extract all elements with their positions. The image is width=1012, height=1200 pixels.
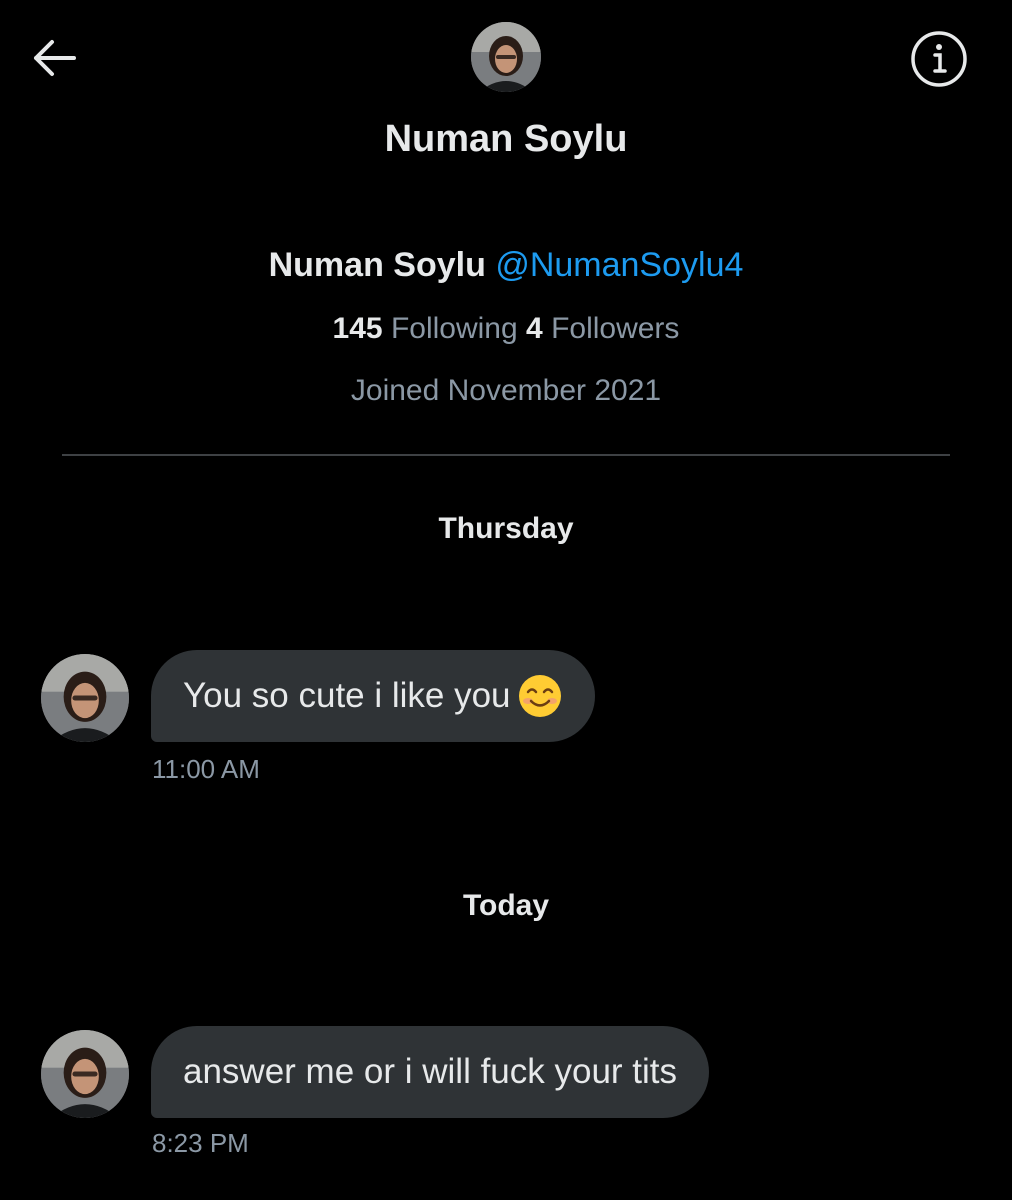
message-bubble[interactable]: You so cute i like you [151, 650, 595, 742]
profile-name: Numan Soylu [268, 246, 486, 284]
followers-count: 4 [526, 312, 543, 345]
message-text: You so cute i like you [183, 676, 511, 715]
divider [62, 454, 950, 456]
day-separator: Thursday [438, 512, 574, 545]
message-bubble[interactable]: answer me or i will fuck your tits [151, 1026, 710, 1118]
day-separator: Today [462, 889, 550, 922]
info-icon [911, 31, 967, 87]
profile-stats: 145 Following 4 Followers [0, 312, 1012, 346]
top-bar [0, 0, 1012, 110]
header-avatar[interactable] [471, 22, 541, 92]
message-avatar[interactable] [41, 654, 129, 742]
avatar-photo [471, 22, 541, 92]
avatar-photo [41, 654, 129, 742]
back-arrow-icon [34, 40, 76, 76]
avatar-photo [41, 1030, 129, 1118]
info-button[interactable] [906, 28, 972, 90]
message-timestamp: 11:00 AM [152, 754, 260, 784]
following-count: 145 [332, 312, 383, 345]
message-timestamp: 8:23 PM [152, 1128, 249, 1158]
smiling-face-icon [518, 675, 561, 717]
followers-label: Followers [551, 312, 680, 345]
message-avatar[interactable] [41, 1030, 129, 1118]
back-button[interactable] [24, 32, 84, 84]
profile-handle: @NumanSoylu4 [495, 246, 744, 284]
header-contact-name: Numan Soylu [384, 118, 628, 160]
joined-date: Joined November 2021 [350, 374, 662, 407]
profile-name-line[interactable]: Numan Soylu @NumanSoylu4 [0, 246, 1012, 285]
message-text: answer me or i will fuck your tits [183, 1052, 678, 1091]
following-label: Following [390, 312, 518, 345]
